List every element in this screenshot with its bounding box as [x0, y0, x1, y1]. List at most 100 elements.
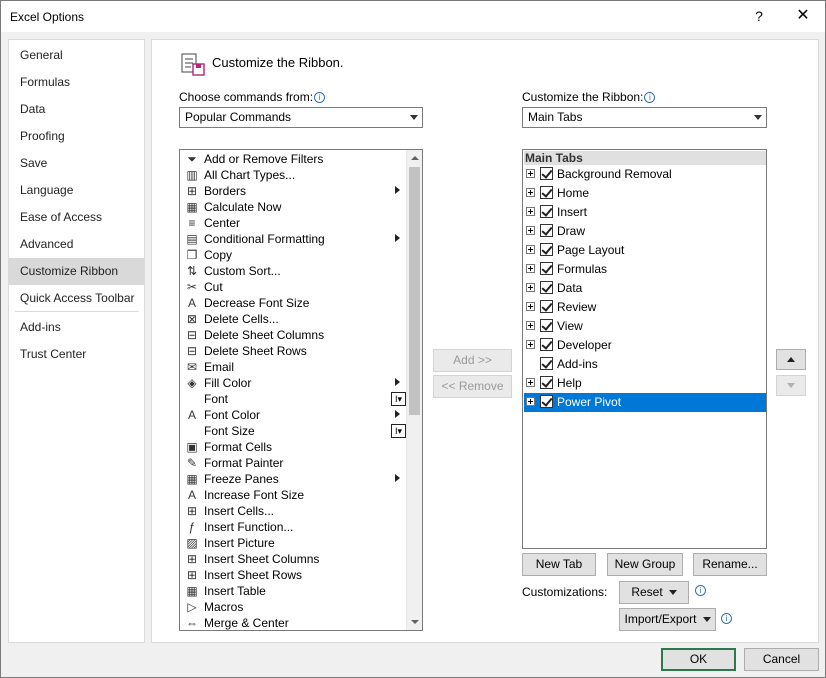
- list-item[interactable]: ▨ Insert Picture: [180, 535, 410, 551]
- tree-item-insert[interactable]: Insert: [524, 203, 766, 222]
- list-item[interactable]: ⊞ Insert Sheet Rows: [180, 567, 410, 583]
- tree-item-help[interactable]: Help: [524, 374, 766, 393]
- info-icon[interactable]: i: [314, 92, 326, 103]
- list-item[interactable]: ✂ Cut: [180, 279, 410, 295]
- list-item[interactable]: ⊞ Insert Cells...: [180, 503, 410, 519]
- list-item[interactable]: ⊞ Borders: [180, 183, 410, 199]
- list-item[interactable]: ▦ Insert Table: [180, 583, 410, 599]
- list-item[interactable]: A Increase Font Size: [180, 487, 410, 503]
- import-export-button[interactable]: Import/Export: [619, 608, 716, 631]
- add-button[interactable]: Add >>: [433, 349, 512, 372]
- help-button[interactable]: ?: [749, 6, 769, 26]
- list-item[interactable]: ❐ Copy: [180, 247, 410, 263]
- tree-item-view[interactable]: View: [524, 317, 766, 336]
- expand-icon[interactable]: [526, 283, 535, 292]
- list-item[interactable]: ▦ Calculate Now: [180, 199, 410, 215]
- sidebar-item-trust-center[interactable]: Trust Center: [9, 341, 144, 368]
- sidebar-item-language[interactable]: Language: [9, 177, 144, 204]
- info-icon[interactable]: i: [721, 613, 732, 624]
- info-icon[interactable]: i: [695, 585, 706, 596]
- sidebar-item-customize-ribbon[interactable]: Customize Ribbon: [9, 258, 144, 285]
- ribbon-tabs-tree[interactable]: Main Tabs Background Removal Home Insert Dr…: [522, 149, 767, 549]
- expand-icon[interactable]: [526, 188, 535, 197]
- commands-scrollbar[interactable]: [406, 150, 422, 630]
- commands-list[interactable]: ⇔ Merge & Center ▷ Macros ▦ Insert Table ⊞ Inse…: [179, 149, 423, 631]
- list-item[interactable]: ≡ Center: [180, 215, 410, 231]
- tree-item-data[interactable]: Data: [524, 279, 766, 298]
- checkbox[interactable]: [540, 186, 553, 199]
- scroll-thumb[interactable]: [409, 167, 420, 415]
- tree-item-home[interactable]: Home: [524, 184, 766, 203]
- tree-item-add-ins[interactable]: Add-ins: [524, 355, 766, 374]
- remove-button[interactable]: << Remove: [433, 375, 512, 398]
- checkbox[interactable]: [540, 338, 553, 351]
- list-item[interactable]: ⇅ Custom Sort...: [180, 263, 410, 279]
- tree-item-background-removal[interactable]: Background Removal: [524, 165, 766, 184]
- expand-icon[interactable]: [526, 302, 535, 311]
- sidebar-item-advanced[interactable]: Advanced: [9, 231, 144, 258]
- checkbox[interactable]: [540, 319, 553, 332]
- list-item[interactable]: ⊟ Delete Sheet Columns: [180, 327, 410, 343]
- sidebar-item-save[interactable]: Save: [9, 150, 144, 177]
- tree-item-review[interactable]: Review: [524, 298, 766, 317]
- sidebar-item-add-ins[interactable]: Add-ins: [9, 314, 144, 341]
- list-item[interactable]: A Decrease Font Size: [180, 295, 410, 311]
- list-item[interactable]: ⊠ Delete Cells...: [180, 311, 410, 327]
- tree-item-draw[interactable]: Draw: [524, 222, 766, 241]
- scroll-down-icon[interactable]: [407, 614, 422, 630]
- tree-item-page-layout[interactable]: Page Layout: [524, 241, 766, 260]
- move-down-button[interactable]: [776, 375, 806, 396]
- list-item[interactable]: Font I▾: [180, 391, 410, 407]
- rename-button[interactable]: Rename...: [693, 553, 767, 576]
- expand-icon[interactable]: [526, 169, 535, 178]
- expand-icon[interactable]: [526, 264, 535, 273]
- checkbox[interactable]: [540, 300, 553, 313]
- reset-button[interactable]: Reset: [619, 581, 689, 604]
- list-item[interactable]: ✎ Format Painter: [180, 455, 410, 471]
- list-item[interactable]: ▤ Conditional Formatting: [180, 231, 410, 247]
- tree-item-developer[interactable]: Developer: [524, 336, 766, 355]
- checkbox[interactable]: [540, 205, 553, 218]
- list-item[interactable]: Font Size I▾: [180, 423, 410, 439]
- list-item[interactable]: ▷ Macros: [180, 599, 410, 615]
- sidebar-item-quick-access-toolbar[interactable]: Quick Access Toolbar: [9, 285, 144, 312]
- list-item[interactable]: ⊞ Insert Sheet Columns: [180, 551, 410, 567]
- checkbox[interactable]: [540, 224, 553, 237]
- tree-item-formulas[interactable]: Formulas: [524, 260, 766, 279]
- sidebar-item-proofing[interactable]: Proofing: [9, 123, 144, 150]
- expand-icon[interactable]: [526, 397, 535, 406]
- close-button[interactable]: ✕: [791, 5, 815, 27]
- expand-icon[interactable]: [526, 321, 535, 330]
- list-item[interactable]: ⊟ Delete Sheet Rows: [180, 343, 410, 359]
- list-item[interactable]: ▦ Freeze Panes: [180, 471, 410, 487]
- customize-ribbon-dropdown[interactable]: Main Tabs: [522, 107, 767, 128]
- expand-icon[interactable]: [526, 378, 535, 387]
- list-item[interactable]: ƒ Insert Function...: [180, 519, 410, 535]
- sidebar-item-formulas[interactable]: Formulas: [9, 69, 144, 96]
- tree-item-power-pivot[interactable]: Power Pivot: [524, 393, 766, 412]
- expand-icon[interactable]: [526, 226, 535, 235]
- ok-button[interactable]: OK: [661, 648, 736, 671]
- checkbox[interactable]: [540, 376, 553, 389]
- cancel-button[interactable]: Cancel: [744, 648, 819, 671]
- list-item[interactable]: ▥ All Chart Types...: [180, 167, 410, 183]
- move-up-button[interactable]: [776, 349, 806, 370]
- new-group-button[interactable]: New Group: [607, 553, 683, 576]
- expand-icon[interactable]: [526, 245, 535, 254]
- list-item[interactable]: ◈ Fill Color: [180, 375, 410, 391]
- info-icon[interactable]: i: [644, 92, 656, 103]
- list-item[interactable]: A Font Color: [180, 407, 410, 423]
- expand-icon[interactable]: [526, 340, 535, 349]
- checkbox[interactable]: [540, 395, 553, 408]
- checkbox[interactable]: [540, 167, 553, 180]
- list-item[interactable]: ⏷ Add or Remove Filters: [180, 151, 410, 167]
- choose-commands-dropdown[interactable]: Popular Commands: [179, 107, 423, 128]
- checkbox[interactable]: [540, 243, 553, 256]
- expand-icon[interactable]: [526, 207, 535, 216]
- list-item[interactable]: ▣ Format Cells: [180, 439, 410, 455]
- checkbox[interactable]: [540, 357, 553, 370]
- sidebar-item-ease-of-access[interactable]: Ease of Access: [9, 204, 144, 231]
- list-item[interactable]: ✉ Email: [180, 359, 410, 375]
- list-item[interactable]: ⇔ Merge & Center: [180, 615, 410, 630]
- checkbox[interactable]: [540, 262, 553, 275]
